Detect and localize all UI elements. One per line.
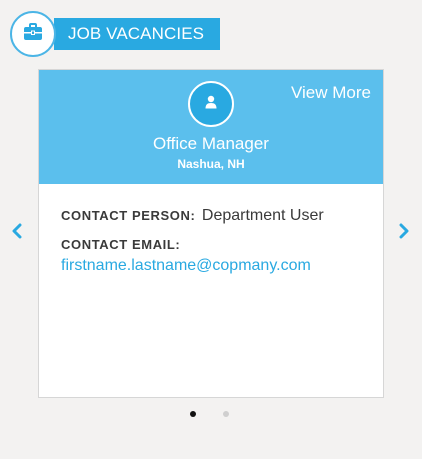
view-more-link[interactable]: View More <box>291 83 371 103</box>
job-card: View More Office Manager Nashua, NH CONT… <box>38 69 384 398</box>
carousel-dot-2[interactable] <box>223 411 229 417</box>
contact-person-label: CONTACT PERSON: <box>61 208 196 223</box>
chevron-left-icon <box>11 223 23 244</box>
contact-person-row: CONTACT PERSON: Department User <box>61 207 324 225</box>
briefcase-icon <box>23 22 43 46</box>
user-icon <box>204 95 218 114</box>
carousel-prev-button[interactable] <box>10 223 24 244</box>
job-card-header: View More Office Manager Nashua, NH <box>39 70 383 184</box>
section-title: JOB VACANCIES <box>54 18 221 50</box>
contact-email-link[interactable]: firstname.lastname@copmany.com <box>61 257 311 275</box>
briefcase-badge <box>10 11 56 57</box>
contact-person-value: Department User <box>201 207 324 224</box>
contact-email-label: CONTACT EMAIL: <box>61 237 181 252</box>
carousel-next-button[interactable] <box>397 223 411 244</box>
job-title: Office Manager <box>153 134 269 153</box>
carousel-dot-1[interactable] <box>190 411 196 417</box>
job-location: Nashua, NH <box>177 157 245 171</box>
chevron-right-icon <box>398 223 410 244</box>
avatar <box>188 81 234 127</box>
